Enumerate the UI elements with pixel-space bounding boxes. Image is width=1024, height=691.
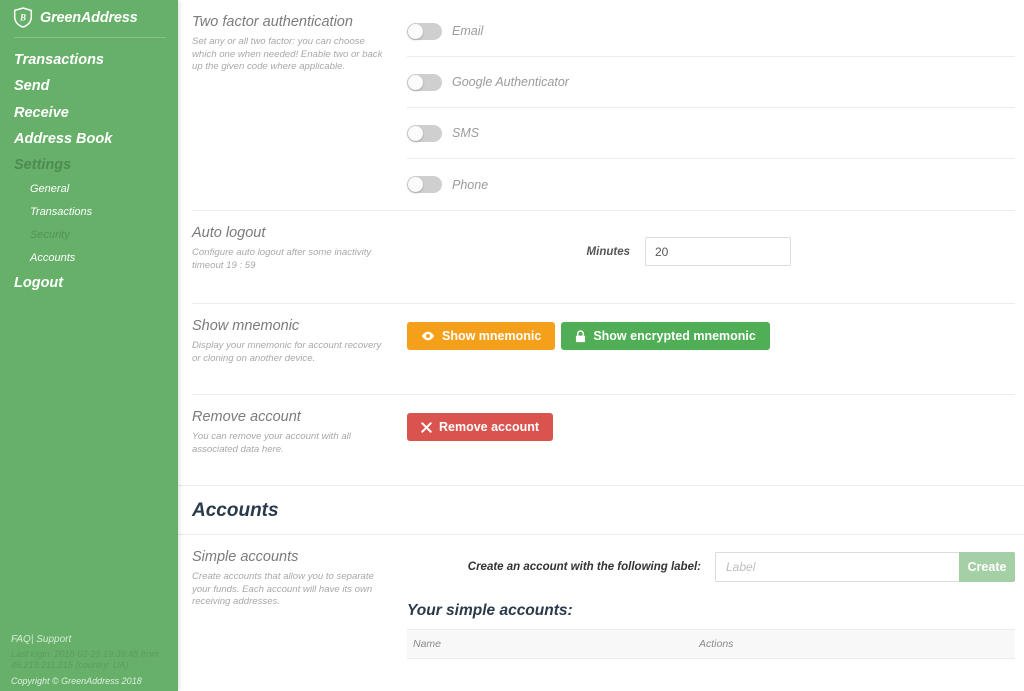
- auto-logout-title: Auto logout: [192, 225, 266, 241]
- show-mnemonic-info: Show mnemonic Display your mnemonic for …: [192, 304, 407, 394]
- two-factor-row-google-authenticator[interactable]: Google Authenticator: [407, 57, 1015, 108]
- simple-accounts-table: Name Actions: [407, 629, 1015, 659]
- minutes-row: Minutes: [407, 217, 1015, 266]
- toggle-label-email: Email: [452, 24, 484, 38]
- two-factor-title: Two factor authentication: [192, 14, 353, 30]
- sidebar-subitem-security[interactable]: Security: [0, 224, 178, 247]
- accounts-section-header: Accounts: [178, 485, 1024, 535]
- show-mnemonic-title: Show mnemonic: [192, 318, 300, 334]
- toggle-knob: [408, 177, 423, 192]
- auto-logout-info: Auto logout Configure auto logout after …: [192, 211, 407, 303]
- section-simple-accounts: Simple accounts Create accounts that all…: [178, 535, 1024, 659]
- create-account-label: Create an account with the following lab…: [467, 561, 701, 573]
- create-account-input-group: Create: [715, 552, 1015, 582]
- toggle-google-authenticator[interactable]: [407, 73, 442, 91]
- app-root: B GreenAddress Transactions Send Receive…: [0, 0, 1024, 691]
- remove-account-button[interactable]: Remove account: [407, 413, 554, 441]
- sidebar: B GreenAddress Transactions Send Receive…: [0, 0, 178, 691]
- toggle-label-google-authenticator: Google Authenticator: [452, 75, 569, 89]
- two-factor-row-email[interactable]: Email: [407, 6, 1015, 57]
- toggle-label-sms: SMS: [452, 126, 480, 140]
- brand-name: GreenAddress: [40, 9, 138, 26]
- toggle-email[interactable]: [407, 22, 442, 40]
- section-remove-account: Remove account You can remove your accou…: [178, 395, 1024, 477]
- sidebar-nav: Transactions Send Receive Address Book S…: [0, 38, 178, 297]
- toggle-knob: [408, 23, 423, 39]
- times-icon: [421, 421, 432, 433]
- table-header: Name Actions: [407, 629, 1015, 659]
- account-label-input[interactable]: [715, 552, 959, 582]
- toggle-label-phone: Phone: [452, 177, 489, 192]
- show-mnemonic-description: Display your mnemonic for account recove…: [192, 340, 382, 364]
- svg-text:B: B: [19, 12, 26, 22]
- simple-accounts-panel: Create an account with the following lab…: [407, 535, 1015, 659]
- two-factor-row-sms[interactable]: SMS: [407, 108, 1015, 159]
- two-factor-methods: Email Google Authenticator SMS Phone: [407, 0, 1015, 210]
- sidebar-footer: FAQ| Support Last login: 2018-02-25 19:3…: [0, 633, 178, 687]
- copyright-text: Copyright © GreenAddress 2018: [11, 676, 142, 686]
- toggle-sms[interactable]: [407, 124, 442, 142]
- remove-account-description: You can remove your account with all ass…: [192, 431, 351, 455]
- show-mnemonic-actions: Show mnemonic Show encrypted mnemonic: [407, 304, 1015, 394]
- remove-account-actions: Remove account: [407, 395, 1015, 477]
- two-factor-description: Set any or all two factor: you can choos…: [192, 36, 383, 73]
- show-mnemonic-button-label: Show mnemonic: [442, 329, 542, 343]
- auto-logout-control: Minutes: [407, 211, 1015, 303]
- sidebar-item-settings[interactable]: Settings: [0, 152, 178, 178]
- create-account-button[interactable]: Create: [959, 552, 1015, 582]
- remove-account-info: Remove account You can remove your accou…: [192, 395, 407, 477]
- your-accounts-title: Your simple accounts:: [407, 602, 573, 619]
- toggle-phone[interactable]: [407, 176, 442, 193]
- section-auto-logout: Auto logout Configure auto logout after …: [178, 211, 1024, 303]
- toggle-knob: [408, 74, 423, 90]
- sidebar-item-address-book[interactable]: Address Book: [0, 126, 178, 152]
- create-account-row: Create an account with the following lab…: [407, 541, 1015, 582]
- remove-account-title: Remove account: [192, 409, 301, 425]
- brand[interactable]: B GreenAddress: [0, 0, 178, 37]
- lock-icon: [576, 329, 586, 342]
- show-encrypted-mnemonic-button[interactable]: Show encrypted mnemonic: [561, 322, 770, 350]
- accounts-heading: Accounts: [192, 500, 279, 521]
- show-mnemonic-button[interactable]: Show mnemonic: [407, 322, 556, 350]
- shield-bitcoin-icon: B: [13, 7, 33, 28]
- footer-separator: |: [30, 634, 34, 645]
- toggle-knob: [408, 125, 423, 141]
- simple-accounts-description: Create accounts that allow you to separa…: [192, 571, 374, 608]
- simple-accounts-info: Simple accounts Create accounts that all…: [192, 535, 407, 659]
- column-header-name: Name: [413, 638, 442, 650]
- sidebar-item-receive[interactable]: Receive: [0, 100, 178, 126]
- minutes-label: Minutes: [586, 245, 630, 258]
- faq-link[interactable]: FAQ: [11, 634, 31, 645]
- remove-account-button-label: Remove account: [439, 420, 540, 434]
- section-two-factor: Two factor authentication Set any or all…: [178, 0, 1024, 210]
- show-encrypted-mnemonic-button-label: Show encrypted mnemonic: [593, 329, 756, 343]
- eye-icon: [421, 331, 435, 341]
- column-header-actions: Actions: [699, 638, 734, 650]
- minutes-input[interactable]: [645, 237, 791, 266]
- simple-accounts-title: Simple accounts: [192, 549, 299, 565]
- two-factor-row-phone[interactable]: Phone: [407, 159, 1015, 210]
- table-header-row: Name Actions: [407, 629, 1015, 659]
- main-content: Two factor authentication Set any or all…: [178, 0, 1024, 691]
- last-login-text: Last login: 2018-02-25 19:39:48 from 46.…: [11, 649, 159, 670]
- sidebar-subitem-accounts[interactable]: Accounts: [0, 247, 178, 270]
- auto-logout-description: Configure auto logout after some inactiv…: [192, 247, 372, 271]
- sidebar-subitem-general[interactable]: General: [0, 178, 178, 201]
- remove-button-row: Remove account: [407, 401, 1015, 441]
- section-show-mnemonic: Show mnemonic Display your mnemonic for …: [178, 304, 1024, 394]
- mnemonic-button-row: Show mnemonic Show encrypted mnemonic: [407, 310, 1015, 350]
- footer-links: FAQ| Support: [11, 633, 178, 647]
- sidebar-item-logout[interactable]: Logout: [0, 270, 178, 296]
- two-factor-info: Two factor authentication Set any or all…: [192, 0, 407, 210]
- support-link[interactable]: Support: [36, 634, 71, 645]
- sidebar-item-send[interactable]: Send: [0, 73, 178, 99]
- sidebar-item-transactions[interactable]: Transactions: [0, 47, 178, 73]
- sidebar-subitem-transactions[interactable]: Transactions: [0, 201, 178, 224]
